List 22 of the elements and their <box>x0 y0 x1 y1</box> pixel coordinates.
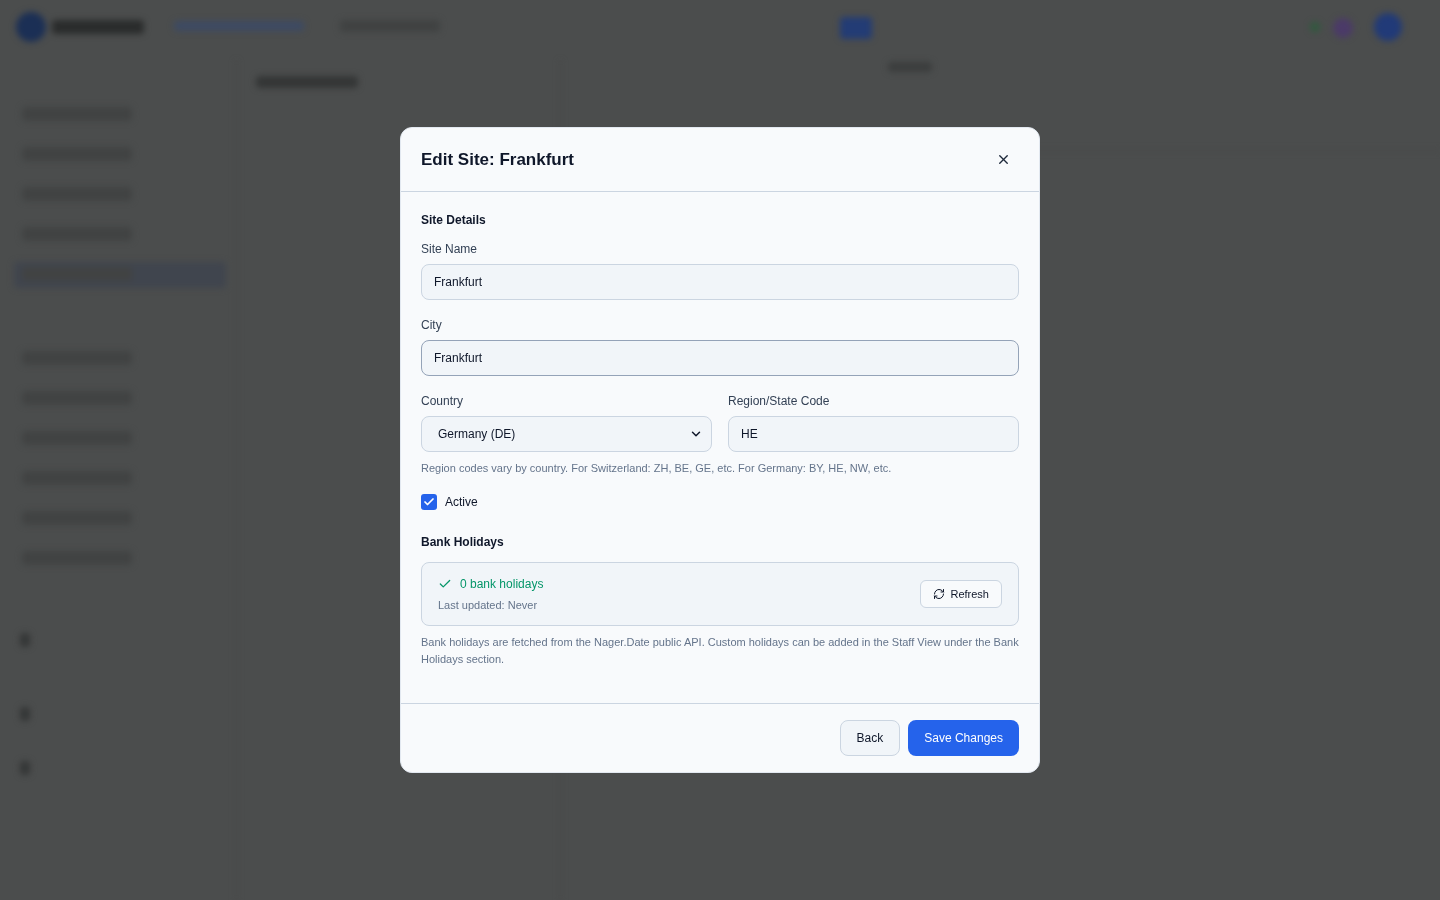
text-input-field[interactable]: Frankfurt <box>421 264 1019 300</box>
section-heading: Bank Holidays <box>421 534 505 550</box>
back-button[interactable]: Back <box>839 720 901 756</box>
text-input-field[interactable]: Frankfurt <box>421 340 1019 376</box>
checkmark-icon <box>423 496 435 508</box>
field-label: Region/State Code <box>728 393 831 409</box>
field-label: Site Name <box>421 241 479 257</box>
save-changes-button[interactable]: Save Changes <box>908 720 1019 756</box>
bank-holidays-note: Bank holidays are fetched from the Nager.Date public API. Custom holidays can be added in the Staff View under the Bank Holidays section. <box>421 635 1019 667</box>
text-input-field[interactable]: HE <box>728 416 1019 452</box>
refresh-icon <box>933 588 946 600</box>
region-hint-text: Region codes vary by country. For Switzerland: ZH, BE, GE, etc. For Germany: BY, HE, NW, etc. <box>421 461 893 476</box>
holiday-count-text: 0 bank holidays <box>460 576 544 592</box>
section-heading: Site Details <box>421 212 487 228</box>
dialog-title: Edit Site: Frankfurt <box>421 148 574 171</box>
last-updated-text: Last updated: Never <box>438 598 539 612</box>
refresh-button[interactable]: Refresh <box>920 580 1002 608</box>
field-label: Country <box>421 393 465 409</box>
field-label: City <box>421 317 443 333</box>
country-select[interactable]: Germany (DE) <box>421 416 712 452</box>
active-label: Active <box>445 494 478 510</box>
active-checkbox[interactable] <box>421 494 437 510</box>
